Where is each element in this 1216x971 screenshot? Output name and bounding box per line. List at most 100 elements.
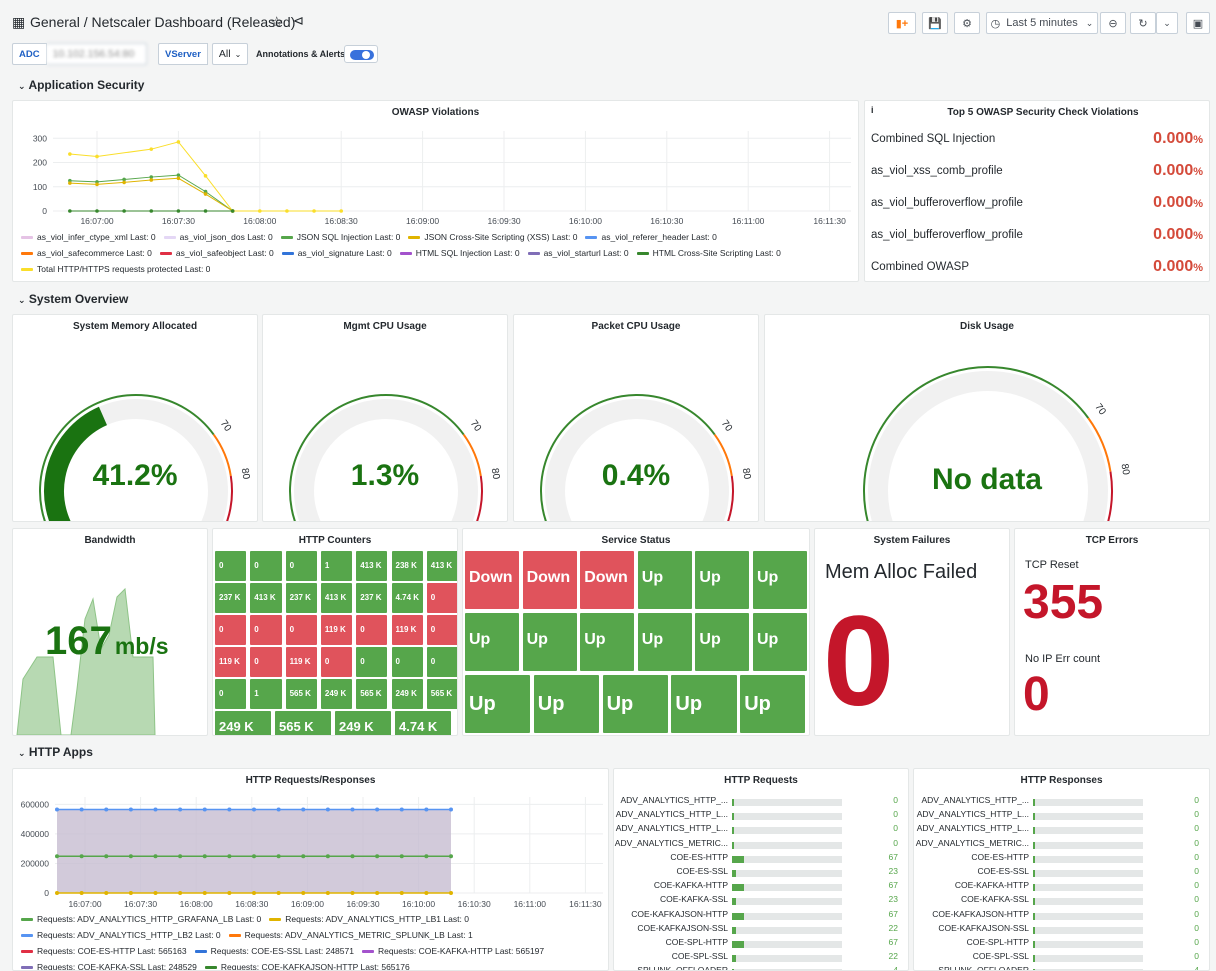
tv-mode-button[interactable]: ▣ <box>1186 12 1210 34</box>
x-tick-label: 16:10:00 <box>402 899 435 909</box>
x-tick-label: 16:07:30 <box>124 899 157 909</box>
counter-value: 413 K <box>324 593 347 602</box>
bar-gauge-fill <box>732 870 737 877</box>
bar-gauge-label: ADV_ANALYTICS_HTTP_L... <box>615 823 728 834</box>
bandwidth-number: 167 <box>45 619 112 663</box>
breadcrumb[interactable]: General / Netscaler Dashboard (Released) <box>30 14 295 30</box>
section-application-security[interactable]: ⌄ Application Security <box>18 78 144 92</box>
tv-icon: ▣ <box>1192 17 1204 30</box>
panel-title[interactable]: HTTP Responses <box>914 775 1209 786</box>
legend-series-name: HTML Cross-Site Scripting <box>652 248 753 258</box>
bar-gauge-track <box>732 855 842 863</box>
panel-title[interactable]: Top 5 OWASP Security Check Violations <box>877 107 1209 118</box>
adc-select[interactable]: 10.102.156.54:80 <box>46 43 147 65</box>
legend-swatch <box>408 236 421 240</box>
legend-item[interactable]: Requests: ADV_ANALYTICS_HTTP_LB2 Last: 0 <box>21 930 221 940</box>
legend-swatch <box>21 268 33 272</box>
apps-icon[interactable]: ▦ <box>12 14 25 31</box>
legend-item[interactable]: Requests: COE-KAFKA-HTTP Last: 565197 <box>361 946 544 956</box>
legend-swatch <box>194 950 207 954</box>
x-tick-label: 16:10:30 <box>650 216 683 226</box>
http-requests-panel: HTTP Requests ADV_ANALYTICS_HTTP_... 0 ADV… <box>613 768 909 971</box>
legend-item[interactable]: Requests: ADV_ANALYTICS_HTTP_LB1 Last: 0 <box>269 914 469 924</box>
vserver-select[interactable]: All ⌄ <box>211 43 249 65</box>
legend-item[interactable]: JSON SQL Injection Last: 0 <box>280 232 400 242</box>
x-tick-label: 16:09:00 <box>406 216 439 226</box>
zoom-out-button[interactable]: ⊖ <box>1100 12 1126 34</box>
legend-item[interactable]: Requests: COE-KAFKA-SSL Last: 248529 <box>21 962 197 970</box>
bar-gauge-value: 67 <box>888 908 898 919</box>
http-rr-panel: HTTP Requests/Responses 0 200000 400000 600… <box>12 768 609 971</box>
star-icon[interactable]: ☆ <box>270 13 283 31</box>
bar-gauge-label: ADV_ANALYTICS_HTTP_L... <box>916 823 1029 834</box>
panel-title[interactable]: HTTP Requests/Responses <box>13 775 608 786</box>
legend-item[interactable]: Requests: COE-ES-HTTP Last: 565163 <box>21 946 187 956</box>
legend-item[interactable]: Requests: ADV_ANALYTICS_HTTP_GRAFANA_LB … <box>21 914 261 924</box>
add-panel-button[interactable]: ▮+ <box>888 12 916 34</box>
annotations-label: Annotations & Alerts <box>256 49 346 59</box>
chevron-down-icon: ⌄ <box>18 748 26 758</box>
counter-cell: 0 <box>215 615 247 645</box>
bar-gauge-track <box>732 912 842 920</box>
service-state: Up <box>469 631 491 648</box>
counter-cell: 0 <box>356 615 388 645</box>
bar-gauge-row: ADV_ANALYTICS_HTTP_... 0 <box>614 795 908 809</box>
bar-gauge-row: COE-ES-HTTP 0 <box>914 852 1209 866</box>
service-state: Up <box>744 693 771 715</box>
counter-cell: 413 K <box>356 551 388 581</box>
legend-series-name: as_viol_safeobject <box>175 248 246 258</box>
legend-item[interactable]: as_viol_infer_ctype_xml Last: 0 <box>21 232 156 242</box>
bar-gauge-track <box>1033 884 1143 892</box>
legend-last-value: Last: 0 <box>130 232 156 242</box>
bar-gauge-fill <box>1033 855 1035 863</box>
refresh-button[interactable]: ↻ <box>1130 12 1156 34</box>
bar-gauge-row: COE-ES-SSL 0 <box>914 866 1209 880</box>
bar-gauge-label: COE-KAFKA-HTTP <box>653 880 728 891</box>
annotations-toggle[interactable] <box>344 45 378 63</box>
legend-series-name: Requests: ADV_ANALYTICS_HTTP_LB1 <box>285 914 442 924</box>
legend-item[interactable]: as_viol_safecommerce Last: 0 <box>21 248 152 258</box>
bar-gauge-row: COE-SPL-HTTP 0 <box>914 937 1209 951</box>
panel-title[interactable]: HTTP Counters <box>213 535 457 546</box>
service-state: Up <box>469 693 496 715</box>
legend-item[interactable]: JSON Cross-Site Scripting (XSS) Last: 0 <box>408 232 577 242</box>
legend-item[interactable]: as_viol_referer_header Last: 0 <box>585 232 717 242</box>
settings-button[interactable]: ⚙ <box>954 12 980 34</box>
panel-title[interactable]: TCP Errors <box>1015 535 1209 546</box>
legend-item[interactable]: HTML Cross-Site Scripting Last: 0 <box>636 248 781 258</box>
info-icon[interactable]: i <box>871 105 874 115</box>
legend-item[interactable]: Requests: ADV_ANALYTICS_METRIC_SPLUNK_LB… <box>228 930 473 940</box>
bar-gauge-row: COE-KAFKA-HTTP 67 <box>614 880 908 894</box>
adc-select-value: 10.102.156.54:80 <box>52 48 135 60</box>
legend-item[interactable]: as_viol_json_dos Last: 0 <box>163 232 273 242</box>
bandwidth-value: 167 mb/s <box>45 619 169 664</box>
time-picker[interactable]: ◷ Last 5 minutes ⌄ <box>986 12 1098 34</box>
panel-title[interactable]: Service Status <box>463 535 809 546</box>
bar-gauge-label: COE-ES-SSL <box>676 866 729 876</box>
vserver-variable: VServer All ⌄ <box>158 43 249 65</box>
counter-value: 237 K <box>360 593 382 602</box>
legend-item[interactable]: as_viol_starturl Last: 0 <box>527 248 629 258</box>
legend-item[interactable]: Requests: COE-KAFKAJSON-HTTP Last: 56517… <box>204 962 410 971</box>
top5-row-name: as_viol_xss_comb_profile <box>871 165 1003 177</box>
service-state: Up <box>757 569 779 586</box>
service-state: Up <box>641 631 664 648</box>
gauge-value: 1.3% <box>350 459 420 492</box>
bar-gauge-track <box>1033 898 1143 906</box>
section-http-apps[interactable]: ⌄ HTTP Apps <box>18 745 93 759</box>
service-state: Up <box>537 693 565 715</box>
legend-item[interactable]: as_viol_safeobject Last: 0 <box>159 248 274 258</box>
panel-title[interactable]: System Failures <box>815 535 1009 546</box>
legend-last-value: Last: 565176 <box>360 962 410 971</box>
y-tick-label: 600000 <box>21 799 50 809</box>
save-button[interactable]: 💾 <box>922 12 948 34</box>
legend-item[interactable]: as_viol_signature Last: 0 <box>281 248 392 258</box>
panel-title[interactable]: HTTP Requests <box>614 775 908 786</box>
legend-item[interactable]: Requests: COE-ES-SSL Last: 248571 <box>194 946 354 956</box>
legend-item[interactable]: HTML SQL Injection Last: 0 <box>399 248 520 258</box>
panel-title[interactable]: OWASP Violations <box>13 107 858 118</box>
share-icon[interactable]: ⊲ <box>293 13 304 29</box>
legend-item[interactable]: Total HTTP/HTTPS requests protected Last… <box>21 264 210 274</box>
refresh-interval-button[interactable]: ⌄ <box>1156 12 1178 34</box>
section-system-overview[interactable]: ⌄ System Overview <box>18 292 128 306</box>
